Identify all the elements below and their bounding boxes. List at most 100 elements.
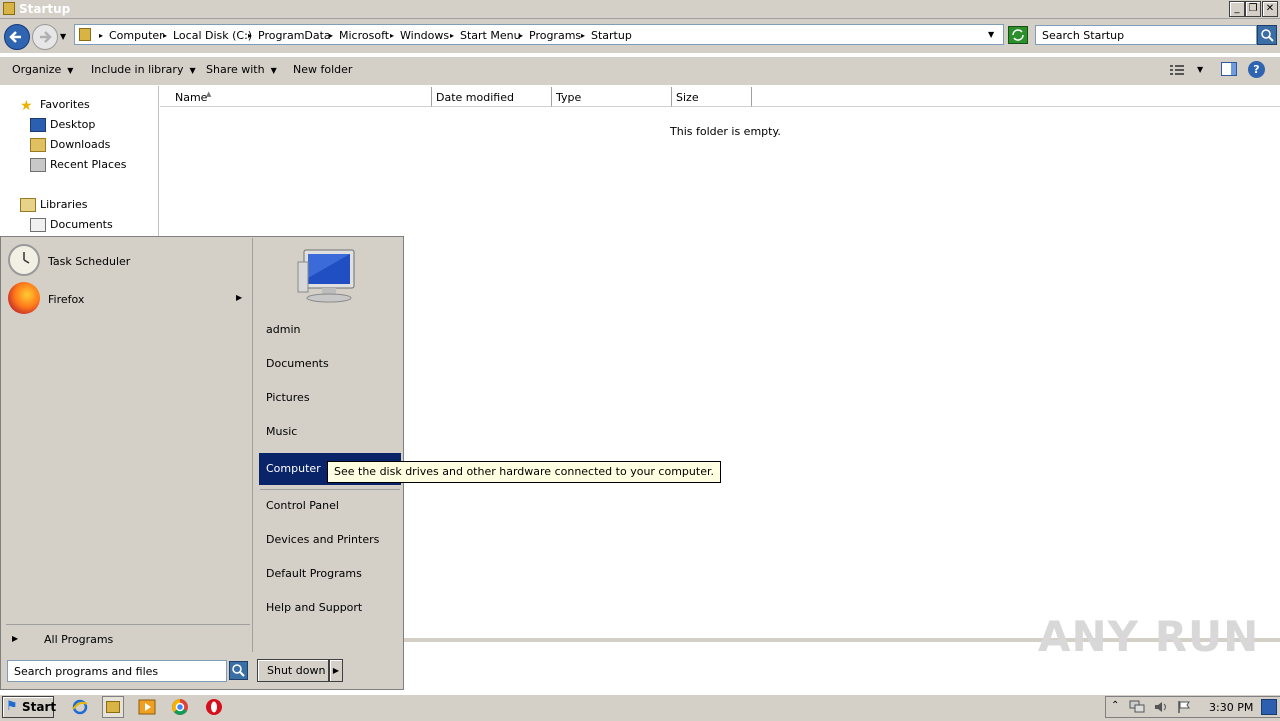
breadcrumb-microsoft[interactable]: Microsoft [339,29,389,42]
share-with-label: Share with [206,63,265,76]
nav-desktop-label: Desktop [50,118,96,131]
clock-icon [8,244,40,276]
breadcrumb-separator[interactable]: ▸ [519,31,523,40]
column-header-filler [752,87,1280,107]
back-button[interactable] [4,24,30,50]
start-search-button[interactable] [229,661,248,680]
opera-icon[interactable] [205,698,223,716]
firefox-icon [8,282,40,314]
search-placeholder: Search Startup [1042,29,1125,42]
column-header-size[interactable]: Size [672,87,752,107]
program-firefox[interactable]: Firefox ▶ [8,282,248,316]
breadcrumb-separator[interactable]: ▸ [248,31,252,40]
program-task-scheduler[interactable]: Task Scheduler [8,244,248,278]
start-search-input[interactable]: Search programs and files [7,660,227,682]
breadcrumb-start-menu[interactable]: Start Menu [460,29,521,42]
internet-explorer-icon[interactable] [71,698,89,716]
start-item-music[interactable]: Music [266,425,297,438]
nav-libraries[interactable]: Libraries [20,198,88,212]
network-icon[interactable] [1129,700,1145,714]
search-icon [232,664,245,677]
star-icon: ★ [20,98,33,114]
recent-pages-dropdown-icon[interactable]: ▼ [60,32,66,41]
tooltip: See the disk drives and other hardware c… [327,461,721,483]
start-item-devices-printers[interactable]: Devices and Printers [266,533,379,546]
close-button[interactable]: ✕ [1262,1,1278,17]
forward-button[interactable] [32,24,58,50]
folder-icon [3,2,15,15]
include-in-library-menu[interactable]: Include in library ▼ [91,63,196,76]
shutdown-options-arrow-icon[interactable]: ▶ [329,659,343,682]
breadcrumb-startup[interactable]: Startup [591,29,632,42]
start-button[interactable]: ⚑ Start [2,696,56,718]
action-center-flag-icon[interactable] [1177,700,1191,714]
organize-menu[interactable]: Organize ▼ [12,63,73,76]
nav-favorites[interactable]: ★ Favorites [20,98,90,114]
nav-recent-places-label: Recent Places [50,158,127,171]
explorer-icon [106,701,120,713]
preview-pane-icon [1231,63,1236,75]
column-header-date-label: Date modified [436,91,514,104]
breadcrumb-programdata[interactable]: ProgramData [258,29,331,42]
all-programs-button[interactable]: All Programs [44,633,113,646]
address-dropdown-icon[interactable]: ▼ [988,30,994,39]
back-arrow-icon [9,31,21,43]
help-button[interactable]: ? [1248,61,1265,78]
documents-icon [30,218,46,232]
desktop-icon [30,118,46,132]
start-item-pictures[interactable]: Pictures [266,391,310,404]
search-button[interactable] [1257,25,1277,45]
share-with-menu[interactable]: Share with ▼ [206,63,277,76]
volume-icon[interactable] [1154,700,1168,714]
show-hidden-icons-icon[interactable]: ⌃ [1111,700,1119,711]
show-desktop-button[interactable] [1261,699,1277,715]
breadcrumb-separator[interactable]: ▸ [329,31,333,40]
maximize-button[interactable]: ❐ [1245,1,1261,17]
refresh-button[interactable] [1008,26,1028,44]
column-header-name[interactable]: Name ▲ [160,87,432,107]
column-header-type-label: Type [556,91,582,104]
nav-desktop[interactable]: Desktop [30,118,95,132]
downloads-icon [30,138,46,152]
breadcrumb-separator[interactable]: ▸ [163,31,167,40]
column-header-date-modified[interactable]: Date modified [432,87,552,107]
windows-logo-icon: ⚑ [6,699,18,714]
start-menu-separator [6,624,250,625]
breadcrumb-windows[interactable]: Windows [400,29,449,42]
view-dropdown-icon[interactable]: ▼ [1197,65,1203,74]
search-input[interactable]: Search Startup [1035,25,1257,45]
breadcrumb-local-disk[interactable]: Local Disk (C:) [173,29,252,42]
preview-pane-button[interactable] [1221,62,1237,76]
program-label: Firefox [48,293,85,306]
address-field[interactable]: ▸ Computer ▸ Local Disk (C:) ▸ ProgramDa… [74,24,1004,45]
start-item-computer[interactable]: Computer [266,462,321,475]
chevron-down-icon: ▼ [67,66,74,75]
nav-downloads[interactable]: Downloads [30,138,110,152]
chrome-icon[interactable] [171,698,189,716]
nav-documents-label: Documents [50,218,113,231]
libraries-icon [20,198,36,212]
shutdown-button[interactable]: Shut down [257,659,329,682]
breadcrumb-separator[interactable]: ▸ [450,31,454,40]
view-options-icon[interactable] [1170,64,1184,76]
title-bar [0,0,1280,19]
nav-recent-places[interactable]: Recent Places [30,158,127,172]
start-item-documents[interactable]: Documents [266,357,329,370]
media-player-icon[interactable] [138,698,156,716]
column-header-type[interactable]: Type [552,87,672,107]
start-item-user[interactable]: admin [266,323,300,336]
breadcrumb-computer[interactable]: Computer [109,29,164,42]
start-item-default-programs[interactable]: Default Programs [266,567,362,580]
start-item-help-support[interactable]: Help and Support [266,601,362,614]
forward-arrow-icon [40,31,52,43]
explorer-taskbar-button[interactable] [102,696,124,718]
breadcrumb-separator[interactable]: ▸ [390,31,394,40]
breadcrumb-separator[interactable]: ▸ [99,31,103,40]
breadcrumb-separator[interactable]: ▸ [581,31,585,40]
breadcrumb-programs[interactable]: Programs [529,29,581,42]
start-item-control-panel[interactable]: Control Panel [266,499,339,512]
minimize-button[interactable]: _ [1229,1,1245,17]
nav-documents[interactable]: Documents [30,218,113,232]
taskbar-clock[interactable]: 3:30 PM [1209,701,1253,714]
new-folder-button[interactable]: New folder [293,63,352,76]
